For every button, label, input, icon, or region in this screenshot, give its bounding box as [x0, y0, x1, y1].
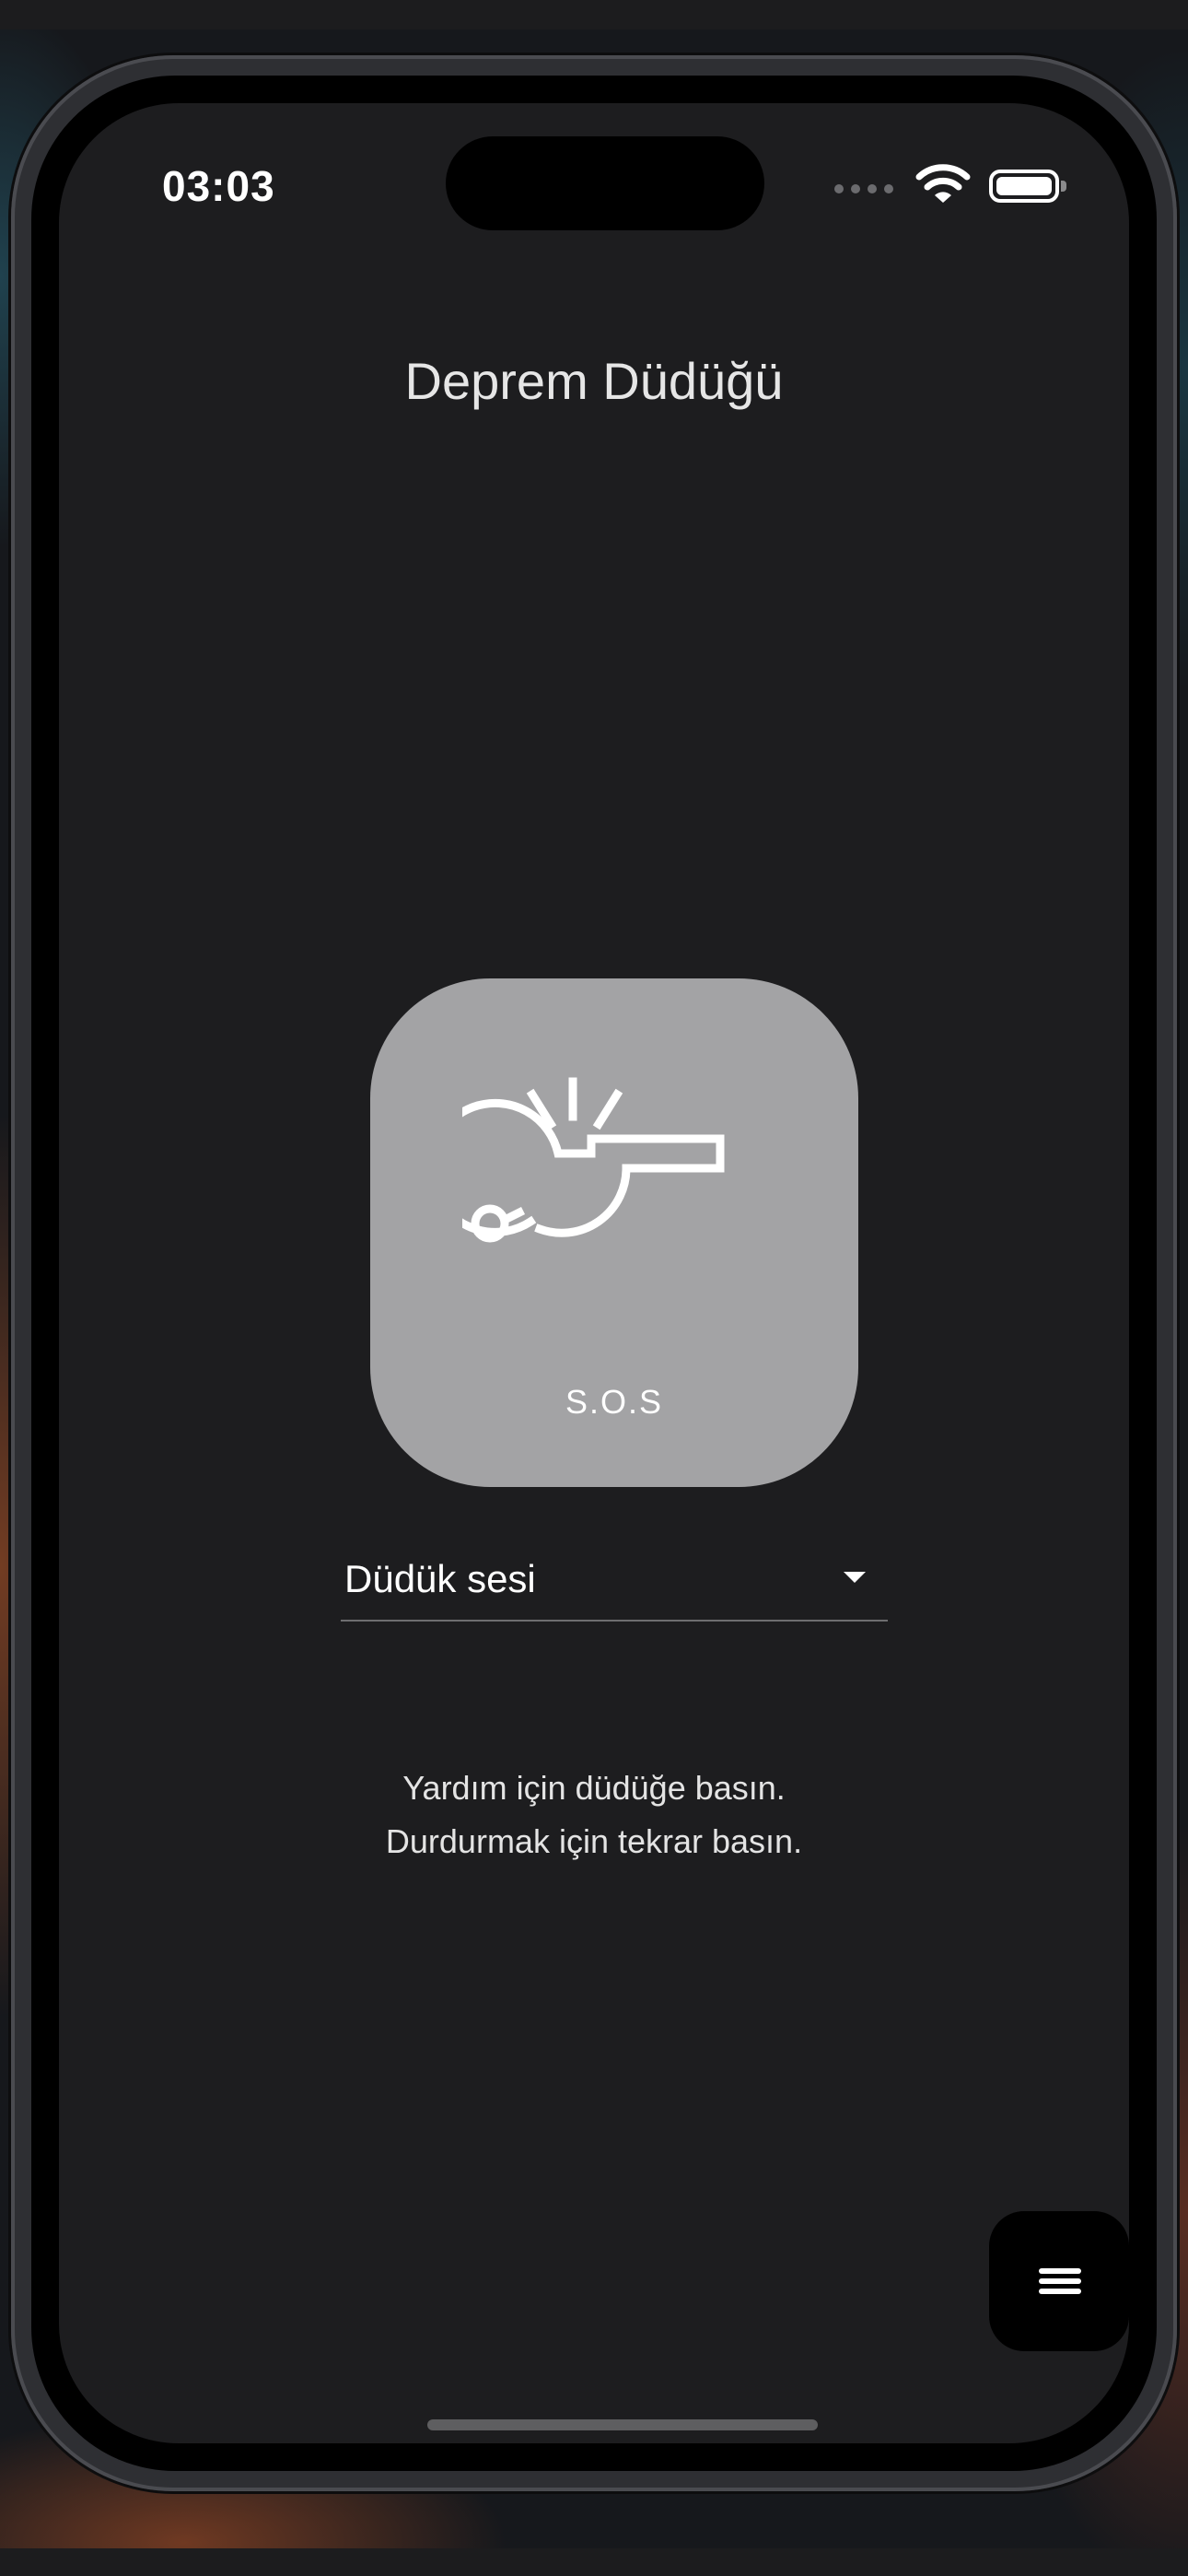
- menu-icon-line: [1039, 2278, 1081, 2284]
- sos-label: S.O.S: [565, 1383, 664, 1421]
- menu-icon: [1039, 2268, 1081, 2274]
- window-top-bar: [0, 0, 1188, 29]
- battery-icon: [989, 170, 1066, 203]
- whistle-sound-dropdown[interactable]: Düdük sesi: [341, 1540, 888, 1622]
- menu-button[interactable]: [989, 2211, 1129, 2351]
- dynamic-island: [446, 136, 764, 230]
- status-icons: [834, 162, 1092, 214]
- phone-bezel: 03:03 Deprem Düdüğü S.O.S Düdük sesi Yar…: [31, 76, 1157, 2471]
- status-time: 03:03: [162, 162, 275, 210]
- menu-icon-line: [1039, 2289, 1081, 2294]
- window-bottom-bar: [0, 2548, 1188, 2576]
- instruction-line-2: Durdurmak için tekrar basın.: [385, 1822, 803, 1860]
- wifi-icon: [915, 164, 971, 203]
- home-indicator[interactable]: [427, 2419, 818, 2430]
- instruction-line-1: Yardım için düdüğe basın.: [402, 1769, 786, 1807]
- page-title: Deprem Düdüğü: [404, 352, 784, 410]
- phone-frame: 03:03 Deprem Düdüğü S.O.S Düdük sesi Yar…: [11, 55, 1177, 2491]
- chevron-down-icon: [844, 1572, 866, 1583]
- sos-whistle-button[interactable]: S.O.S: [370, 978, 858, 1487]
- instructions-text: Yardım için düdüğe basın. Durdurmak için…: [59, 1762, 1129, 1868]
- cellular-signal-icon: [834, 184, 893, 193]
- whistle-icon: [462, 1077, 725, 1243]
- app-screen: 03:03 Deprem Düdüğü S.O.S Düdük sesi Yar…: [59, 103, 1129, 2443]
- dropdown-selected-value: Düdük sesi: [344, 1557, 536, 1600]
